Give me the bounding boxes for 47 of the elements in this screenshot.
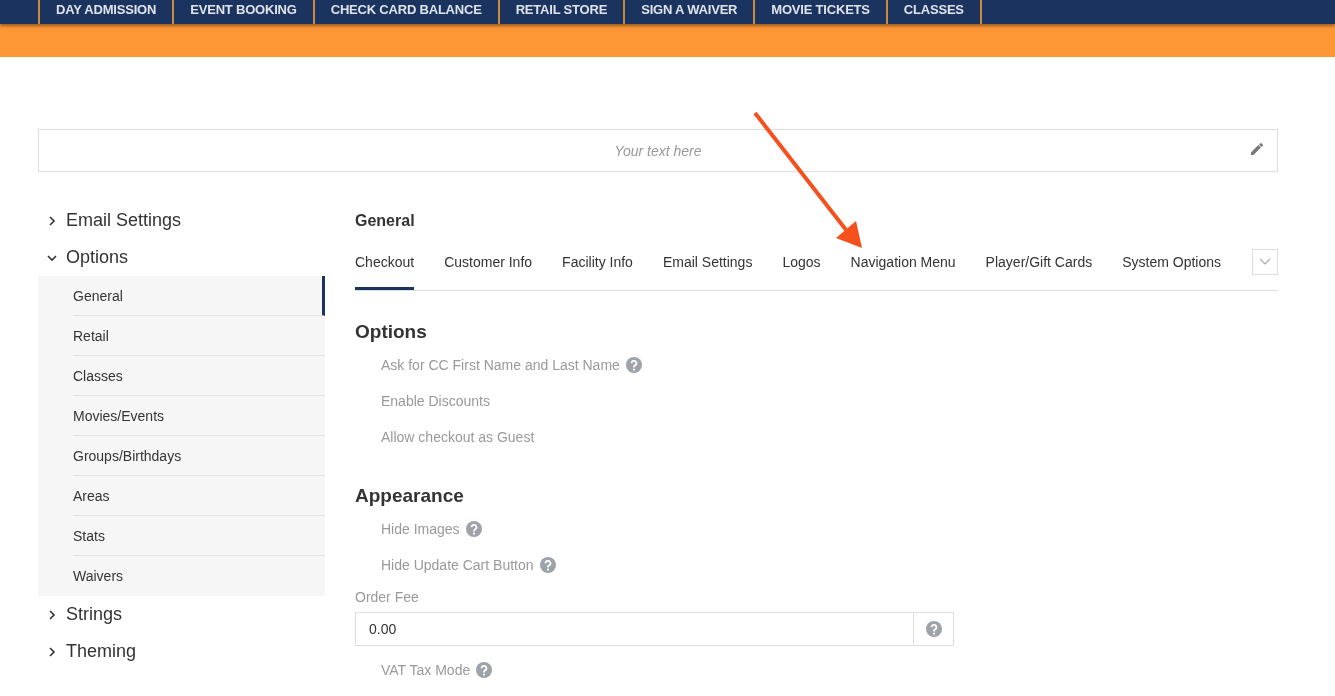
help-icon[interactable] — [539, 557, 556, 573]
help-icon[interactable] — [476, 662, 493, 678]
option-label: VAT Tax Mode — [381, 662, 471, 678]
tab[interactable]: Email Settings — [662, 248, 753, 290]
chevron-down-icon — [1259, 258, 1271, 266]
banner-text-field[interactable]: Your text here — [38, 129, 1278, 172]
sidebar-item[interactable]: Stats — [73, 516, 325, 556]
sidebar-item[interactable]: Classes — [73, 356, 325, 396]
tab[interactable]: Customer Info — [444, 248, 533, 290]
sidebar-section[interactable]: Email Settings — [38, 202, 325, 239]
option-label: Enable Discounts — [381, 393, 490, 409]
sidebar-item[interactable]: Groups/Birthdays — [73, 436, 325, 476]
chevron-icon — [46, 608, 58, 621]
help-icon[interactable] — [925, 621, 942, 637]
option-label: Ask for CC First Name and Last Name — [381, 357, 620, 373]
tab[interactable]: Checkout — [355, 248, 415, 290]
help-icon[interactable] — [465, 521, 482, 537]
tab[interactable]: Navigation Menu — [850, 248, 956, 290]
sidebar-section[interactable]: Options — [38, 239, 325, 276]
option-label: Hide Images — [381, 521, 460, 537]
chevron-icon — [46, 645, 58, 658]
tab[interactable]: Player/Gift Cards — [985, 248, 1093, 290]
pencil-icon[interactable] — [1250, 142, 1264, 156]
section-label: Strings — [66, 604, 123, 625]
section-label: Options — [66, 247, 129, 268]
section-label: Email Settings — [66, 210, 182, 231]
section-heading: Options — [355, 321, 428, 344]
tab[interactable]: System Options — [1122, 248, 1222, 290]
field-label: Order Fee — [355, 589, 419, 605]
sidebar-item[interactable]: Waivers — [73, 556, 325, 596]
section-label: Theming — [66, 641, 137, 662]
sidebar-item[interactable]: Areas — [73, 476, 325, 516]
section-heading: Appearance — [355, 485, 465, 508]
tab[interactable]: Logos — [782, 248, 821, 290]
order-fee-input[interactable]: 0.00 — [355, 612, 914, 646]
tab[interactable]: Facility Info — [562, 248, 633, 290]
sidebar-section[interactable]: Strings — [38, 596, 325, 633]
sidebar-item[interactable]: Movies/Events — [73, 396, 325, 436]
sidebar-section[interactable]: Theming — [38, 633, 325, 670]
sidebar-item[interactable]: General — [73, 276, 325, 316]
more-tabs-button[interactable] — [1252, 249, 1278, 275]
option-label: Hide Update Cart Button — [381, 557, 534, 573]
option-label: Allow checkout as Guest — [381, 429, 535, 445]
sidebar-item[interactable]: Retail — [73, 316, 325, 356]
page-title: General — [355, 212, 416, 231]
chevron-icon — [46, 214, 58, 227]
help-icon[interactable] — [625, 357, 642, 373]
